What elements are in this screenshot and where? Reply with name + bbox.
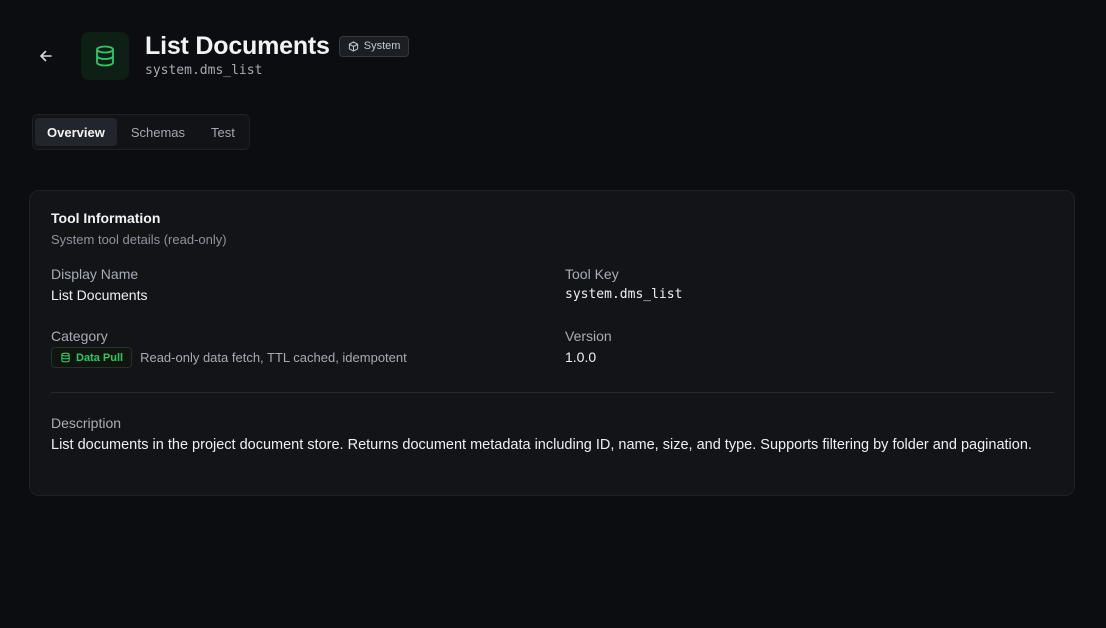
tab-bar: Overview Schemas Test [32,114,250,150]
tool-key-value: system.dms_list [565,287,683,302]
tool-information-card: Tool Information System tool details (re… [29,190,1075,496]
system-badge: System [338,35,410,57]
tab-test[interactable]: Test [199,118,247,146]
category-label: Category [51,328,108,344]
database-icon [61,352,70,363]
category-badge: Data Pull [51,347,133,368]
tool-key-subtitle: system.dms_list [145,63,263,78]
version-label: Version [565,328,612,344]
card-subtitle: System tool details (read-only) [51,232,227,247]
tool-icon [81,32,129,80]
cube-icon [348,40,358,52]
tab-schemas[interactable]: Schemas [119,118,197,146]
divider [51,392,1054,393]
description-label: Description [51,415,122,431]
display-name-value: List Documents [51,287,148,303]
back-button[interactable] [34,44,58,68]
tool-key-label: Tool Key [565,266,619,282]
title-row: List Documents System [145,30,410,62]
page-title: List Documents [145,32,330,60]
category-row: Data Pull Read-only data fetch, TTL cach… [51,347,407,368]
display-name-label: Display Name [51,266,139,282]
tab-overview[interactable]: Overview [35,118,117,146]
category-description: Read-only data fetch, TTL cached, idempo… [140,350,407,365]
system-badge-label: System [363,40,401,52]
database-icon [96,45,114,67]
arrow-left-icon [40,50,52,62]
category-badge-label: Data Pull [76,351,124,364]
description-text: List documents in the project document s… [51,437,1032,453]
card-title: Tool Information [51,210,161,226]
version-value: 1.0.0 [565,349,597,365]
